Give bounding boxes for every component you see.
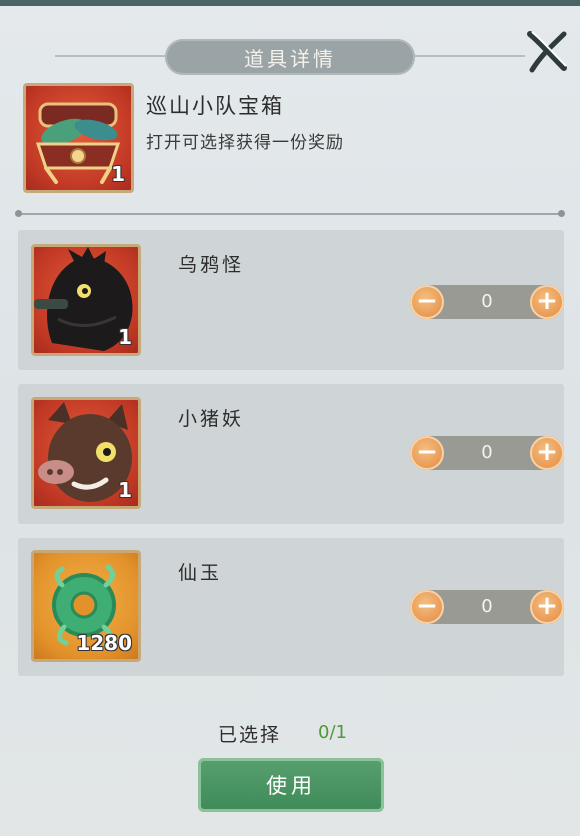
decrease-button[interactable]: − bbox=[410, 436, 444, 470]
quantity-value: 0 bbox=[481, 291, 493, 312]
chest-description: 打开可选择获得一份奖励 bbox=[146, 133, 344, 153]
use-button[interactable]: 使用 bbox=[198, 758, 384, 812]
decrease-button[interactable]: − bbox=[410, 285, 444, 319]
reward-name: 仙玉 bbox=[178, 562, 223, 584]
item-detail-dialog: 道具详情 1 巡山小队宝箱 打开可选择获得一份奖励 1 乌鸦怪 − 0 + 1 … bbox=[0, 0, 580, 836]
chest-count: 1 bbox=[111, 162, 125, 186]
reward-count: 1 bbox=[118, 325, 132, 349]
close-icon[interactable] bbox=[524, 28, 570, 74]
reward-item-icon: 1 bbox=[31, 244, 141, 356]
title-left-ornament bbox=[55, 55, 165, 57]
reward-count: 1 bbox=[118, 478, 132, 502]
decrease-button[interactable]: − bbox=[410, 590, 444, 624]
selected-label: 已选择 bbox=[218, 724, 282, 746]
quantity-stepper: − 0 + bbox=[410, 285, 564, 319]
increase-button[interactable]: + bbox=[530, 436, 564, 470]
increase-button[interactable]: + bbox=[530, 285, 564, 319]
reward-count: 1280 bbox=[76, 631, 132, 655]
quantity-value: 0 bbox=[481, 596, 493, 617]
reward-row-crow: 1 乌鸦怪 − 0 + bbox=[18, 230, 564, 370]
selected-count: 0/1 bbox=[318, 722, 347, 743]
dialog-title: 道具详情 bbox=[165, 39, 415, 75]
chest-item-icon: 1 bbox=[23, 83, 134, 193]
quantity-stepper: − 0 + bbox=[410, 590, 564, 624]
reward-name: 小猪妖 bbox=[178, 408, 245, 430]
quantity-stepper: − 0 + bbox=[410, 436, 564, 470]
chest-name: 巡山小队宝箱 bbox=[146, 94, 284, 118]
section-divider bbox=[15, 210, 565, 217]
reward-item-icon: 1 bbox=[31, 397, 141, 509]
reward-name: 乌鸦怪 bbox=[178, 254, 245, 276]
title-right-ornament bbox=[415, 55, 525, 57]
reward-row-jade: 1280 仙玉 − 0 + bbox=[18, 538, 564, 676]
quantity-value: 0 bbox=[481, 442, 493, 463]
increase-button[interactable]: + bbox=[530, 590, 564, 624]
reward-item-icon: 1280 bbox=[31, 550, 141, 662]
reward-row-boar: 1 小猪妖 − 0 + bbox=[18, 384, 564, 524]
